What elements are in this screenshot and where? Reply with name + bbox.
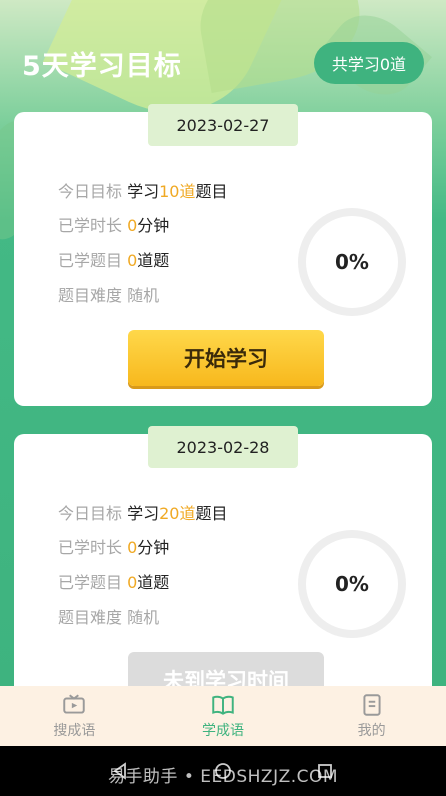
difficulty-row: 题目难度 随机 [58, 604, 159, 628]
document-icon [363, 694, 381, 716]
goal-label: 今日目标 [58, 504, 123, 523]
learned-row: 已学题目 0道题 [58, 569, 169, 593]
progress-ring: 0% [298, 208, 406, 316]
difficulty-label: 题目难度 [58, 286, 123, 305]
tab-search-idiom[interactable]: 搜成语 [0, 686, 149, 746]
duration-unit: 分钟 [137, 216, 170, 235]
duration-label: 已学时长 [58, 216, 123, 235]
learned-label: 已学题目 [58, 573, 123, 592]
goal-count: 20道 [159, 504, 196, 523]
learned-unit: 道题 [137, 573, 170, 592]
tab-label: 搜成语 [53, 723, 96, 739]
tv-icon [63, 694, 86, 714]
goal-prefix: 学习 [127, 182, 160, 201]
recents-icon[interactable] [314, 760, 336, 782]
tab-label: 学成语 [202, 723, 244, 739]
system-nav-bar [0, 746, 446, 796]
learned-value: 0 [127, 573, 138, 592]
difficulty-value: 随机 [127, 608, 160, 627]
start-study-button[interactable]: 开始学习 [128, 330, 324, 386]
book-icon [212, 695, 234, 715]
difficulty-value: 随机 [127, 286, 160, 305]
goal-row: 今日目标 学习20道题目 [58, 500, 228, 524]
duration-unit: 分钟 [137, 538, 170, 557]
home-icon[interactable] [212, 760, 234, 782]
goal-label: 今日目标 [58, 182, 123, 201]
difficulty-row: 题目难度 随机 [58, 282, 159, 306]
tab-mine[interactable]: 我的 [297, 686, 446, 746]
learned-row: 已学题目 0道题 [58, 247, 169, 271]
date-tag: 2023-02-27 [148, 104, 298, 146]
goal-suffix: 题目 [195, 504, 228, 523]
goal-row: 今日目标 学习10道题目 [58, 178, 228, 202]
duration-label: 已学时长 [58, 538, 123, 557]
learned-unit: 道题 [137, 251, 170, 270]
total-learned-badge: 共学习0道 [313, 42, 424, 84]
tab-learn-idiom[interactable]: 学成语 [149, 686, 298, 746]
duration-row: 已学时长 0分钟 [58, 534, 169, 558]
goal-count: 10道 [159, 182, 196, 201]
goal-prefix: 学习 [127, 504, 160, 523]
page-title: 5天学习目标 [22, 51, 182, 82]
study-day-card: 2023-02-27 今日目标 学习10道题目 已学时长 0分钟 已学题目 0道… [14, 104, 432, 406]
difficulty-label: 题目难度 [58, 608, 123, 627]
duration-row: 已学时长 0分钟 [58, 212, 169, 236]
back-icon[interactable] [110, 760, 132, 782]
learned-label: 已学题目 [58, 251, 123, 270]
date-tag: 2023-02-28 [148, 426, 298, 468]
bottom-tab-bar: 搜成语 学成语 我的 [0, 686, 446, 746]
duration-value: 0 [127, 538, 138, 557]
goal-suffix: 题目 [195, 182, 228, 201]
progress-ring: 0% [298, 530, 406, 638]
duration-value: 0 [127, 216, 138, 235]
learned-value: 0 [127, 251, 138, 270]
tab-label: 我的 [357, 723, 386, 739]
